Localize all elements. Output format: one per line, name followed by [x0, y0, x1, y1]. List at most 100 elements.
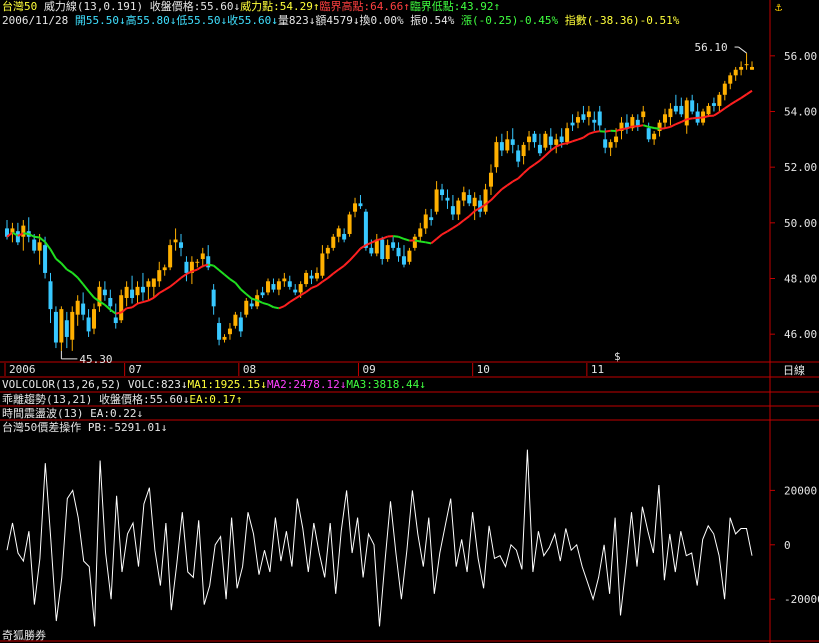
candle-body [385, 245, 390, 260]
candle-body [140, 286, 145, 293]
candle-body [728, 75, 733, 84]
ma-segment [577, 136, 584, 141]
candle-body [450, 206, 455, 215]
ma-segment [311, 284, 318, 289]
candle-body [657, 122, 662, 131]
ma-segment [495, 188, 503, 196]
ma-segment [605, 129, 611, 133]
candle-body [363, 211, 368, 248]
candle-body [119, 295, 124, 321]
price-tick-label: 46.00 [784, 328, 817, 341]
ma-segment [544, 149, 552, 157]
month-label: 11 [591, 363, 604, 376]
candle-body [532, 133, 537, 143]
ma-segment [435, 233, 443, 240]
candle-body [548, 136, 553, 145]
candle-body [287, 281, 292, 287]
ma-segment [147, 296, 155, 302]
candle-body [668, 108, 673, 118]
ma-segment [686, 117, 693, 121]
candle-body [690, 100, 695, 112]
ma-segment [468, 210, 476, 217]
ma-segment [158, 288, 166, 294]
candle-body [662, 114, 667, 123]
ma-segment [332, 268, 340, 275]
candle-body [603, 139, 608, 148]
ma-segment [234, 282, 242, 291]
ma-segment [653, 126, 660, 130]
candle-body [396, 247, 401, 257]
candle-body [461, 192, 466, 201]
moving-average-group [6, 89, 753, 315]
candle-body [64, 320, 69, 337]
ma-segment [115, 311, 122, 315]
chart-frame [0, 0, 819, 643]
ma-segment [267, 303, 274, 309]
candle-body [353, 203, 358, 212]
candle-body [244, 300, 249, 315]
anchor-icon[interactable]: ⚓ [775, 0, 782, 14]
ma-segment [229, 278, 236, 284]
ma-segment [38, 236, 46, 243]
candle-body [304, 272, 309, 285]
ma-segment [354, 247, 362, 256]
ma-segment [539, 154, 547, 162]
candle-body [130, 289, 135, 298]
price-tick-label: 52.00 [784, 161, 817, 174]
ma-segment [82, 283, 90, 292]
candle-body [586, 111, 591, 118]
candle-body [722, 83, 727, 95]
candle-body [608, 142, 613, 148]
ma-segment [348, 254, 356, 262]
ma-segment [321, 277, 329, 283]
ma-segment [142, 299, 149, 304]
candle-body [401, 256, 406, 265]
ma-segment [642, 124, 649, 128]
ma-segment [343, 259, 351, 267]
ma-segment [528, 163, 536, 170]
candle-body [238, 317, 243, 332]
price-tick-label: 50.00 [784, 217, 817, 230]
ma-segment [327, 272, 334, 279]
ma-segment [131, 302, 139, 309]
candle-body [581, 114, 586, 120]
candle-body [505, 139, 510, 151]
price-tick-label: 48.00 [784, 273, 817, 286]
ma-segment [218, 269, 226, 276]
ma-segment [561, 142, 568, 146]
candles-group [5, 53, 754, 351]
ma-segment [713, 111, 720, 117]
ma-segment [137, 301, 144, 305]
ma-segment [746, 89, 753, 96]
candle-body [282, 278, 287, 282]
candle-body [146, 281, 151, 287]
ma-segment [23, 232, 29, 235]
candle-body [108, 297, 113, 307]
candle-body [309, 275, 314, 279]
ma-segment [55, 257, 63, 265]
ma-segment [180, 273, 188, 279]
ma-segment [49, 248, 57, 260]
ma-segment [648, 125, 655, 129]
candle-body [706, 105, 711, 115]
ma-segment [208, 263, 214, 267]
ma-segment [420, 240, 426, 244]
candle-body [37, 242, 42, 251]
ma-segment [300, 291, 307, 297]
candle-body [412, 236, 417, 248]
candle-body [565, 128, 570, 143]
ma-segment [457, 219, 465, 226]
month-label: 09 [362, 363, 375, 376]
candle-body [407, 250, 412, 262]
candle-body [521, 144, 526, 157]
candle-body [652, 133, 657, 140]
ma-segment [398, 235, 405, 240]
candle-body [527, 136, 532, 143]
candle-body [162, 267, 167, 271]
month-label: 08 [243, 363, 256, 376]
chart-canvas[interactable]: 56.00 54.00 52.00 50.00 48.00 46.00 2006 07 08 09… [0, 0, 819, 643]
candle-body [135, 286, 140, 296]
candle-body [614, 136, 619, 143]
ma-segment [501, 184, 508, 191]
candle-body [750, 66, 754, 70]
